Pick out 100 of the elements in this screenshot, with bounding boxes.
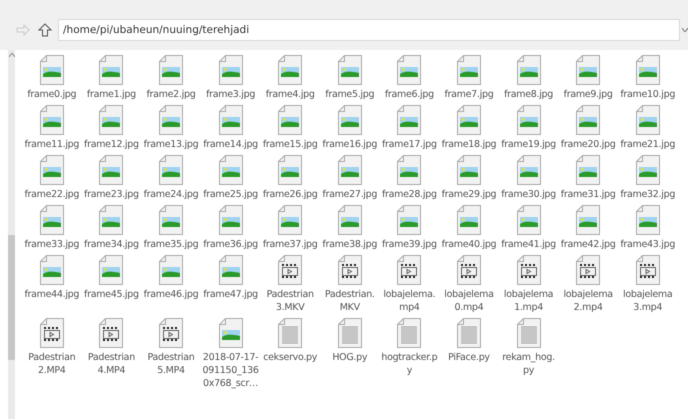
file-name[interactable]: frame6.jpg	[384, 88, 434, 101]
image-file-icon[interactable]	[576, 205, 600, 235]
file-name[interactable]: frame0.jpg	[27, 88, 76, 101]
scroll-up-icon[interactable]	[8, 53, 14, 57]
file-name[interactable]: frame8.jpg	[504, 88, 554, 101]
file-name[interactable]: frame3.jpg	[206, 88, 256, 101]
file-name[interactable]: frame33.jpg	[24, 238, 80, 251]
file-name[interactable]: frame35.jpg	[144, 238, 198, 251]
text-file-icon[interactable]	[278, 318, 302, 348]
image-file-icon[interactable]	[278, 205, 302, 235]
image-file-icon[interactable]	[576, 55, 600, 85]
image-file-icon[interactable]	[338, 105, 362, 135]
file-name[interactable]: frame11.jpg	[24, 138, 80, 151]
file-name[interactable]: frame26.jpg	[262, 188, 318, 201]
image-file-icon[interactable]	[456, 55, 481, 85]
file-name[interactable]: frame42.jpg	[560, 238, 616, 251]
image-file-icon[interactable]	[516, 105, 541, 135]
file-name[interactable]: Padestrian 3.MKV	[266, 288, 314, 314]
file-name[interactable]: frame9.jpg	[564, 88, 613, 101]
file-name[interactable]: lobajelema 3.mp4	[623, 288, 672, 314]
video-file-icon[interactable]	[397, 255, 422, 285]
image-file-icon[interactable]	[516, 155, 541, 185]
caret-icon[interactable]	[682, 28, 688, 32]
file-name[interactable]: frame32.jpg	[620, 188, 676, 201]
file-name[interactable]: frame47.jpg	[203, 288, 258, 301]
up-arrow-icon[interactable]	[38, 23, 52, 37]
file-name[interactable]: Padestrian 5.MP4	[147, 351, 195, 377]
file-name[interactable]: lobajelema 2.mp4	[563, 288, 613, 314]
image-file-icon[interactable]	[218, 255, 243, 285]
video-file-icon[interactable]	[576, 255, 600, 285]
file-name[interactable]: frame44.jpg	[24, 288, 80, 301]
file-name[interactable]: frame10.jpg	[620, 88, 676, 101]
file-name[interactable]: frame12.jpg	[84, 138, 139, 151]
file-name[interactable]: frame29.jpg	[442, 188, 496, 201]
image-file-icon[interactable]	[278, 155, 302, 185]
image-file-icon[interactable]	[218, 318, 243, 348]
text-file-icon[interactable]	[397, 318, 422, 348]
file-name[interactable]: frame28.jpg	[382, 188, 437, 201]
image-file-icon[interactable]	[158, 255, 183, 285]
file-name[interactable]: lobajelema 1.mp4	[504, 288, 554, 314]
file-name[interactable]: frame24.jpg	[144, 188, 198, 201]
image-file-icon[interactable]	[40, 205, 64, 235]
image-file-icon[interactable]	[397, 105, 422, 135]
path-field[interactable]: /home/pi/ubaheun/nuuing/terehjadi	[58, 19, 680, 41]
video-file-icon[interactable]	[40, 318, 64, 348]
file-name[interactable]: frame23.jpg	[84, 188, 139, 201]
image-file-icon[interactable]	[576, 155, 600, 185]
image-file-icon[interactable]	[636, 105, 660, 135]
image-file-icon[interactable]	[636, 155, 660, 185]
image-file-icon[interactable]	[278, 105, 302, 135]
image-file-icon[interactable]	[278, 55, 302, 85]
image-file-icon[interactable]	[158, 155, 183, 185]
image-file-icon[interactable]	[636, 205, 660, 235]
image-file-icon[interactable]	[218, 155, 243, 185]
file-name[interactable]: frame21.jpg	[620, 138, 676, 151]
file-name[interactable]: frame22.jpg	[24, 188, 80, 201]
video-file-icon[interactable]	[99, 318, 124, 348]
scrollbar[interactable]	[8, 50, 15, 419]
image-file-icon[interactable]	[338, 55, 362, 85]
image-file-icon[interactable]	[40, 55, 64, 85]
image-file-icon[interactable]	[456, 155, 481, 185]
image-file-icon[interactable]	[99, 155, 124, 185]
file-name[interactable]: frame17.jpg	[382, 138, 437, 151]
file-name[interactable]: frame41.jpg	[501, 238, 556, 251]
file-name[interactable]: HOG.py	[332, 351, 368, 364]
file-name[interactable]: frame37.jpg	[262, 238, 318, 251]
image-file-icon[interactable]	[218, 205, 243, 235]
image-file-icon[interactable]	[158, 205, 183, 235]
image-file-icon[interactable]	[99, 55, 124, 85]
image-file-icon[interactable]	[636, 55, 660, 85]
file-name[interactable]: frame5.jpg	[325, 88, 374, 101]
file-name[interactable]: lobajelema 0.mp4	[444, 288, 494, 314]
image-file-icon[interactable]	[40, 155, 64, 185]
image-file-icon[interactable]	[158, 55, 183, 85]
file-name[interactable]: frame20.jpg	[560, 138, 616, 151]
file-name[interactable]: frame27.jpg	[322, 188, 378, 201]
video-file-icon[interactable]	[158, 318, 183, 348]
file-name[interactable]: frame31.jpg	[560, 188, 616, 201]
image-file-icon[interactable]	[99, 255, 124, 285]
file-name[interactable]: cekservo.py	[263, 351, 318, 364]
file-name[interactable]: frame15.jpg	[262, 138, 318, 151]
text-file-icon[interactable]	[456, 318, 481, 348]
video-file-icon[interactable]	[278, 255, 302, 285]
file-name[interactable]: Padestrian. MKV	[324, 288, 375, 314]
image-file-icon[interactable]	[40, 255, 64, 285]
image-file-icon[interactable]	[576, 105, 600, 135]
image-file-icon[interactable]	[456, 105, 481, 135]
file-name[interactable]: Padestrian 4.MP4	[88, 351, 135, 377]
scrollbar-thumb[interactable]	[8, 235, 15, 360]
file-name[interactable]: frame13.jpg	[144, 138, 198, 151]
file-name[interactable]: lobajelema. mp4	[383, 288, 436, 314]
file-name[interactable]: frame45.jpg	[84, 288, 139, 301]
image-file-icon[interactable]	[338, 205, 362, 235]
file-name[interactable]: frame40.jpg	[442, 238, 496, 251]
video-file-icon[interactable]	[636, 255, 660, 285]
file-name[interactable]: frame43.jpg	[620, 238, 676, 251]
file-name[interactable]: frame18.jpg	[442, 138, 496, 151]
file-name[interactable]: frame46.jpg	[144, 288, 198, 301]
file-name[interactable]: frame30.jpg	[501, 188, 556, 201]
image-file-icon[interactable]	[397, 55, 422, 85]
